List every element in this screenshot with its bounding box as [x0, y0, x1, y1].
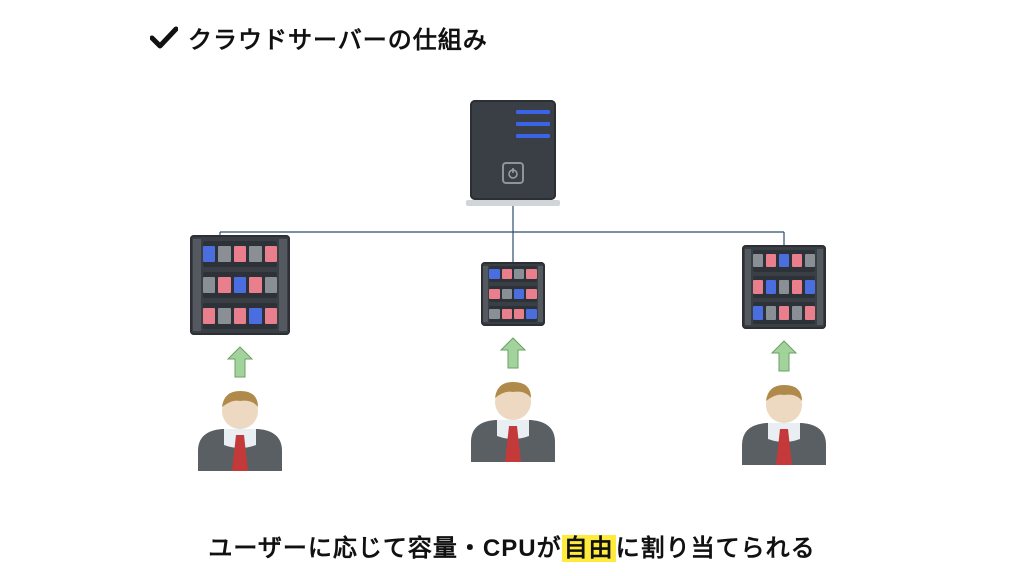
server-rack-medium	[742, 245, 826, 329]
server-rack-large	[190, 235, 290, 335]
server-rack-small	[481, 262, 545, 326]
check-icon	[150, 26, 178, 50]
user-column-right	[714, 245, 854, 465]
user-avatar	[192, 385, 288, 471]
rack-unit	[489, 266, 536, 283]
user-column-left	[170, 235, 310, 471]
user-avatar	[736, 379, 832, 465]
caption-pre: ユーザーに応じて容量・CPUが	[208, 535, 561, 562]
rack-unit	[753, 276, 815, 298]
rack-unit	[203, 303, 277, 329]
rack-unit	[753, 302, 815, 324]
cloud-server-base	[466, 200, 560, 206]
cloud-server-body	[470, 100, 556, 200]
caption-post: に割り当てられる	[616, 535, 816, 562]
page-title-text: クラウドサーバーの仕組み	[188, 20, 488, 55]
caption-highlight: 自由	[562, 535, 616, 562]
user-column-center	[443, 262, 583, 462]
rack-unit	[203, 272, 277, 298]
server-indicator	[516, 122, 550, 126]
rack-unit	[203, 241, 277, 267]
rack-unit	[753, 250, 815, 272]
cloud-server	[470, 100, 556, 200]
power-icon	[502, 162, 524, 184]
up-arrow-icon	[498, 336, 528, 370]
up-arrow-icon	[225, 345, 255, 379]
server-indicator	[516, 110, 550, 114]
user-avatar	[465, 376, 561, 462]
server-indicator	[516, 134, 550, 138]
rack-unit	[489, 286, 536, 303]
rack-unit	[489, 306, 536, 323]
page-title: クラウドサーバーの仕組み	[150, 20, 488, 55]
caption: ユーザーに応じて容量・CPUが自由に割り当てられる	[0, 528, 1024, 563]
up-arrow-icon	[769, 339, 799, 373]
